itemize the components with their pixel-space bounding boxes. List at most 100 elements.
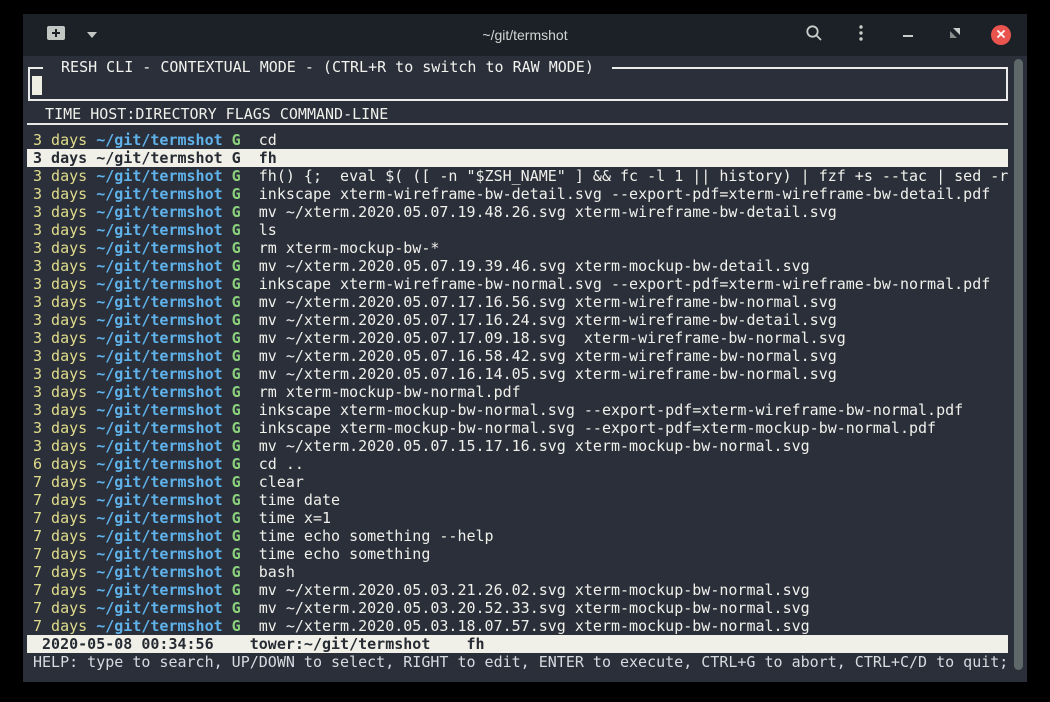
history-row[interactable]: 3 days ~/git/termshot G rm xterm-mockup-… bbox=[27, 383, 1008, 401]
row-directory: ~/git/termshot bbox=[87, 455, 222, 473]
row-command: cd bbox=[241, 131, 277, 149]
row-time: 6 days bbox=[33, 455, 87, 473]
history-row[interactable]: 3 days ~/git/termshot G inkscape xterm-w… bbox=[27, 275, 1008, 293]
history-row[interactable]: 3 days ~/git/termshot G inkscape xterm-m… bbox=[27, 419, 1008, 437]
history-rows: 3 days ~/git/termshot G cd 3 days ~/git/… bbox=[27, 131, 1008, 635]
history-row[interactable]: 3 days ~/git/termshot G mv ~/xterm.2020.… bbox=[27, 365, 1008, 383]
history-row[interactable]: 3 days ~/git/termshot G mv ~/xterm.2020.… bbox=[27, 203, 1008, 221]
history-row[interactable]: 3 days ~/git/termshot G mv ~/xterm.2020.… bbox=[27, 329, 1008, 347]
row-command: mv ~/xterm.2020.05.07.15.17.16.svg xterm… bbox=[241, 437, 810, 455]
row-time: 3 days bbox=[33, 401, 87, 419]
row-command: rm xterm-mockup-bw-* bbox=[241, 239, 440, 257]
row-flags: G bbox=[223, 347, 241, 365]
row-directory: ~/git/termshot bbox=[87, 347, 222, 365]
history-row[interactable]: 3 days ~/git/termshot G mv ~/xterm.2020.… bbox=[27, 293, 1008, 311]
row-directory: ~/git/termshot bbox=[87, 365, 222, 383]
status-bar: 2020-05-08 00:34:56 tower:~/git/termshot… bbox=[27, 635, 1008, 653]
row-time: 3 days bbox=[33, 275, 87, 293]
new-tab-button[interactable] bbox=[45, 24, 67, 46]
row-directory: ~/git/termshot bbox=[87, 617, 222, 635]
row-directory: ~/git/termshot bbox=[87, 293, 222, 311]
history-row[interactable]: 3 days ~/git/termshot G inkscape xterm-w… bbox=[27, 185, 1008, 203]
history-row[interactable]: 7 days ~/git/termshot G mv ~/xterm.2020.… bbox=[27, 599, 1008, 617]
row-time: 3 days bbox=[33, 437, 87, 455]
row-time: 3 days bbox=[33, 347, 87, 365]
history-row[interactable]: 3 days ~/git/termshot G mv ~/xterm.2020.… bbox=[27, 347, 1008, 365]
history-row[interactable]: 3 days ~/git/termshot G mv ~/xterm.2020.… bbox=[27, 311, 1008, 329]
row-command: inkscape xterm-mockup-bw-normal.svg --ex… bbox=[241, 401, 963, 419]
row-command: mv ~/xterm.2020.05.03.18.07.57.svg xterm… bbox=[241, 617, 810, 635]
row-directory: ~/git/termshot bbox=[87, 221, 222, 239]
row-command: fh bbox=[241, 149, 277, 167]
history-row[interactable]: 3 days ~/git/termshot G mv ~/xterm.2020.… bbox=[27, 437, 1008, 455]
history-row[interactable]: 3 days ~/git/termshot G fh() {; eval $( … bbox=[27, 167, 1008, 185]
search-button[interactable] bbox=[803, 24, 825, 46]
row-command: time x=1 bbox=[241, 509, 331, 527]
history-row[interactable]: 3 days ~/git/termshot G mv ~/xterm.2020.… bbox=[27, 257, 1008, 275]
scrollbar-thumb[interactable] bbox=[1014, 59, 1023, 670]
row-time: 7 days bbox=[33, 491, 87, 509]
row-flags: G bbox=[223, 455, 241, 473]
history-row[interactable]: 7 days ~/git/termshot G time date bbox=[27, 491, 1008, 509]
row-command: mv ~/xterm.2020.05.07.16.58.42.svg xterm… bbox=[241, 347, 837, 365]
row-directory: ~/git/termshot bbox=[87, 203, 222, 221]
row-flags: G bbox=[223, 617, 241, 635]
row-time: 3 days bbox=[33, 293, 87, 311]
row-command: bash bbox=[241, 563, 295, 581]
history-row[interactable]: 7 days ~/git/termshot G clear bbox=[27, 473, 1008, 491]
row-flags: G bbox=[223, 401, 241, 419]
history-row[interactable]: 3 days ~/git/termshot G inkscape xterm-m… bbox=[27, 401, 1008, 419]
menu-button[interactable] bbox=[850, 24, 872, 46]
row-time: 7 days bbox=[33, 473, 87, 491]
row-flags: G bbox=[223, 383, 241, 401]
help-line: HELP: type to search, UP/DOWN to select,… bbox=[27, 653, 1008, 671]
history-row[interactable]: 7 days ~/git/termshot G time echo someth… bbox=[27, 545, 1008, 563]
search-box-title: RESH CLI - CONTEXTUAL MODE - (CTRL+R to … bbox=[43, 58, 612, 76]
row-time: 7 days bbox=[33, 545, 87, 563]
row-command: ls bbox=[241, 221, 277, 239]
row-time: 7 days bbox=[33, 581, 87, 599]
close-icon bbox=[996, 26, 1006, 44]
row-flags: G bbox=[223, 167, 241, 185]
row-command: mv ~/xterm.2020.05.03.20.52.33.svg xterm… bbox=[241, 599, 810, 617]
row-flags: G bbox=[223, 311, 241, 329]
row-command: mv ~/xterm.2020.05.07.19.39.46.svg xterm… bbox=[241, 257, 810, 275]
row-command: mv ~/xterm.2020.05.07.19.48.26.svg xterm… bbox=[241, 203, 837, 221]
history-row[interactable]: 3 days ~/git/termshot G rm xterm-mockup-… bbox=[27, 239, 1008, 257]
row-flags: G bbox=[223, 293, 241, 311]
history-row[interactable]: 3 days ~/git/termshot G ls bbox=[27, 221, 1008, 239]
terminal-screen: RESH CLI - CONTEXTUAL MODE - (CTRL+R to … bbox=[23, 56, 1027, 682]
restore-button[interactable] bbox=[944, 24, 966, 46]
history-row[interactable]: 3 days ~/git/termshot G fh bbox=[27, 149, 1008, 167]
row-command: time echo something bbox=[241, 545, 431, 563]
row-flags: G bbox=[223, 581, 241, 599]
row-flags: G bbox=[223, 437, 241, 455]
row-command: mv ~/xterm.2020.05.03.21.26.02.svg xterm… bbox=[241, 581, 810, 599]
row-command: time echo something --help bbox=[241, 527, 494, 545]
history-row[interactable]: 7 days ~/git/termshot G mv ~/xterm.2020.… bbox=[27, 581, 1008, 599]
row-flags: G bbox=[223, 221, 241, 239]
row-directory: ~/git/termshot bbox=[87, 581, 222, 599]
kebab-menu-icon bbox=[858, 24, 864, 47]
history-row[interactable]: 7 days ~/git/termshot G time echo someth… bbox=[27, 527, 1008, 545]
row-time: 7 days bbox=[33, 527, 87, 545]
row-command: cd .. bbox=[241, 455, 304, 473]
history-row[interactable]: 7 days ~/git/termshot G bash bbox=[27, 563, 1008, 581]
row-time: 3 days bbox=[33, 311, 87, 329]
minimize-button[interactable] bbox=[897, 24, 919, 46]
row-time: 7 days bbox=[33, 563, 87, 581]
history-row[interactable]: 3 days ~/git/termshot G cd bbox=[27, 131, 1008, 149]
tab-chooser-button[interactable] bbox=[81, 24, 103, 46]
history-row[interactable]: 7 days ~/git/termshot G time x=1 bbox=[27, 509, 1008, 527]
row-directory: ~/git/termshot bbox=[87, 527, 222, 545]
row-flags: G bbox=[223, 203, 241, 221]
row-directory: ~/git/termshot bbox=[87, 329, 222, 347]
row-time: 3 days bbox=[33, 365, 87, 383]
history-row[interactable]: 6 days ~/git/termshot G cd .. bbox=[27, 455, 1008, 473]
search-input[interactable]: RESH CLI - CONTEXTUAL MODE - (CTRL+R to … bbox=[28, 67, 1008, 101]
row-command: inkscape xterm-wireframe-bw-normal.svg -… bbox=[241, 275, 991, 293]
close-button[interactable] bbox=[991, 25, 1011, 45]
row-directory: ~/git/termshot bbox=[87, 167, 222, 185]
history-row[interactable]: 7 days ~/git/termshot G mv ~/xterm.2020.… bbox=[27, 617, 1008, 635]
row-directory: ~/git/termshot bbox=[87, 275, 222, 293]
